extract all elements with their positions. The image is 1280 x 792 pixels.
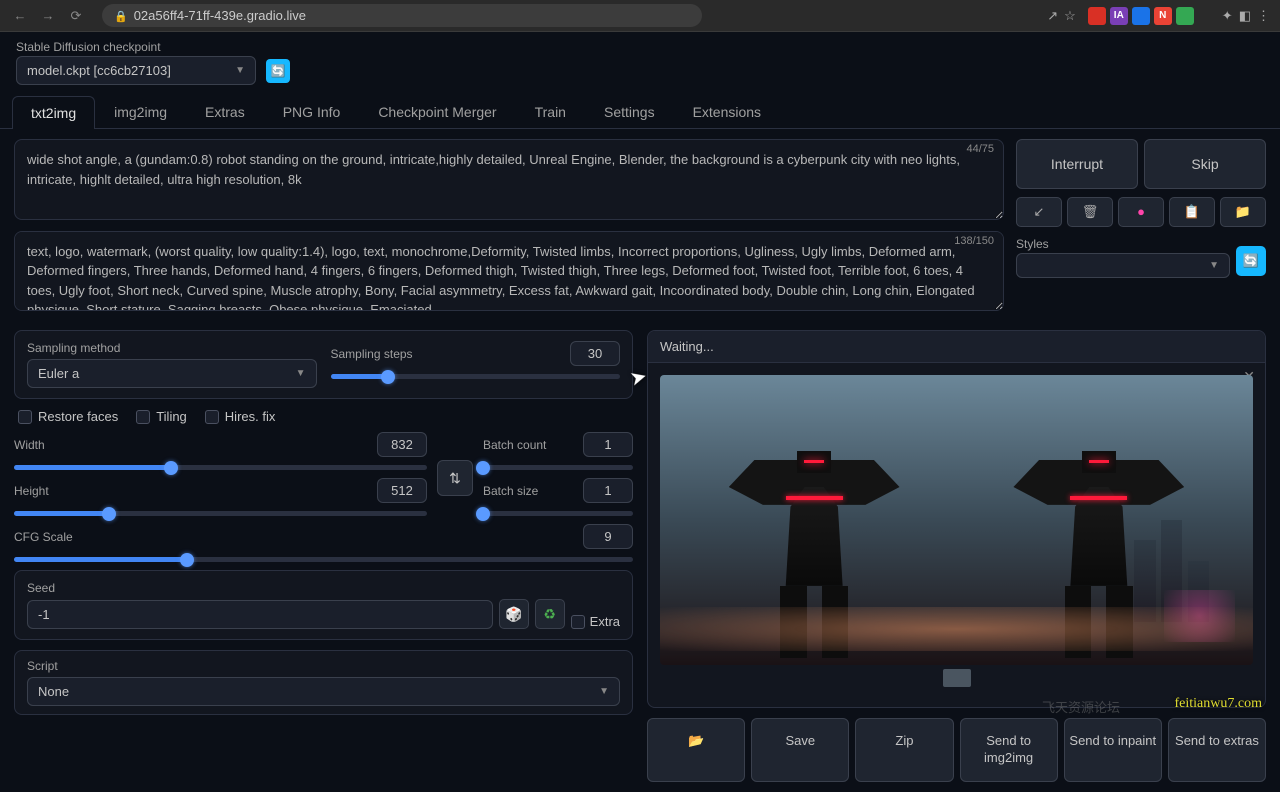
height-value[interactable]: 512 <box>377 478 427 503</box>
ext-n[interactable]: N <box>1154 7 1172 25</box>
sampling-method-value: Euler a <box>38 366 79 381</box>
batch-count-slider[interactable] <box>483 465 633 470</box>
tab-checkpoint-merger[interactable]: Checkpoint Merger <box>359 95 515 128</box>
tool-icon-3[interactable]: 📋 <box>1169 197 1215 227</box>
sampling-steps-label: Sampling steps <box>331 347 413 361</box>
chevron-down-icon: ▼ <box>599 686 609 697</box>
prompt-token-count: 44/75 <box>966 143 994 155</box>
script-dropdown[interactable]: None ▼ <box>27 677 620 706</box>
checkpoint-value: model.ckpt [cc6cb27103] <box>27 63 171 78</box>
hires-fix-label: Hires. fix <box>225 409 276 424</box>
ext-dark[interactable] <box>1198 7 1216 25</box>
batch-size-value[interactable]: 1 <box>583 478 633 503</box>
ext-ia[interactable]: IA <box>1110 7 1128 25</box>
send-to-extras-button[interactable]: Send to extras <box>1168 718 1266 782</box>
refresh-checkpoint-button[interactable]: 🔄 <box>266 59 290 83</box>
cfg-scale-label: CFG Scale <box>14 530 73 544</box>
seed-reuse-button[interactable]: ♻ <box>535 599 565 629</box>
ext-green[interactable] <box>1176 7 1194 25</box>
swap-dimensions-button[interactable]: ⇅ <box>437 460 473 496</box>
tool-icon-2[interactable]: ● <box>1118 197 1164 227</box>
output-thumbnail[interactable] <box>943 669 971 687</box>
tool-icon-0[interactable]: ↙ <box>1016 197 1062 227</box>
apply-style-button[interactable]: 🔄 <box>1236 246 1266 276</box>
tab-png-info[interactable]: PNG Info <box>264 95 360 128</box>
skip-button[interactable]: Skip <box>1144 139 1266 189</box>
seed-input[interactable] <box>27 600 493 629</box>
url-bar[interactable]: 🔒 02a56ff4-71ff-439e.gradio.live <box>102 4 702 27</box>
tab-bar: txt2imgimg2imgExtrasPNG InfoCheckpoint M… <box>0 95 1280 129</box>
seed-label: Seed <box>27 581 620 595</box>
chevron-down-icon: ▼ <box>296 368 306 379</box>
seed-random-button[interactable]: 🎲 <box>499 599 529 629</box>
seed-extra-label: Extra <box>590 614 620 629</box>
tool-icon-4[interactable]: 📁 <box>1220 197 1266 227</box>
script-value: None <box>38 684 69 699</box>
save-button[interactable]: Save <box>751 718 849 782</box>
tab-extensions[interactable]: Extensions <box>674 95 780 128</box>
checkpoint-dropdown[interactable]: model.ckpt [cc6cb27103] ▼ <box>16 56 256 85</box>
restore-faces-checkbox[interactable]: Restore faces <box>18 409 118 424</box>
checkpoint-label: Stable Diffusion checkpoint <box>16 40 256 54</box>
tool-icon-1[interactable]: 🗑 <box>1067 197 1113 227</box>
batch-size-slider[interactable] <box>483 511 633 516</box>
tiling-label: Tiling <box>156 409 187 424</box>
styles-dropdown[interactable]: ▼ <box>1016 253 1230 278</box>
tab-extras[interactable]: Extras <box>186 95 264 128</box>
script-label: Script <box>27 659 620 673</box>
watermark-2: 飞天资源论坛 <box>1042 697 1120 716</box>
reload-button[interactable]: ⟳ <box>66 6 86 26</box>
height-slider[interactable] <box>14 511 427 516</box>
star-icon[interactable]: ☆ <box>1064 8 1076 24</box>
height-label: Height <box>14 484 49 498</box>
url-text: 02a56ff4-71ff-439e.gradio.live <box>134 8 306 23</box>
styles-label: Styles <box>1016 237 1230 251</box>
extensions-icon[interactable]: ✦ <box>1222 8 1233 24</box>
chevron-down-icon: ▼ <box>1209 260 1219 271</box>
tab-train[interactable]: Train <box>516 95 585 128</box>
tab-settings[interactable]: Settings <box>585 95 674 128</box>
cfg-scale-value[interactable]: 9 <box>583 524 633 549</box>
send-to-img2img-button[interactable]: Send to img2img <box>960 718 1058 782</box>
width-label: Width <box>14 438 45 452</box>
ext-red[interactable] <box>1088 7 1106 25</box>
neg-prompt-token-count: 138/150 <box>954 235 994 247</box>
restore-faces-label: Restore faces <box>38 409 118 424</box>
chevron-down-icon: ▼ <box>235 65 245 76</box>
browser-chrome: ← → ⟳ 🔒02a56ff4-71ff-439e.gradio.live ↗ … <box>0 0 1280 32</box>
generated-image[interactable] <box>660 375 1253 665</box>
tab-img2img[interactable]: img2img <box>95 95 186 128</box>
interrupt-button[interactable]: Interrupt <box>1016 139 1138 189</box>
seed-extra-checkbox[interactable]: Extra <box>571 614 620 629</box>
cfg-scale-slider[interactable] <box>14 557 633 562</box>
tiling-checkbox[interactable]: Tiling <box>136 409 187 424</box>
width-value[interactable]: 832 <box>377 432 427 457</box>
prompt-input[interactable] <box>14 139 1004 220</box>
forward-button[interactable]: → <box>38 6 58 26</box>
sampling-steps-value[interactable]: 30 <box>570 341 620 366</box>
open-folder-button[interactable]: 📂 <box>647 718 745 782</box>
batch-count-label: Batch count <box>483 438 546 452</box>
sampling-method-label: Sampling method <box>27 341 317 355</box>
batch-size-label: Batch size <box>483 484 538 498</box>
zip-button[interactable]: Zip <box>855 718 953 782</box>
hires-fix-checkbox[interactable]: Hires. fix <box>205 409 276 424</box>
lock-icon: 🔒 <box>114 11 128 23</box>
share-icon[interactable]: ↗ <box>1047 8 1058 24</box>
width-slider[interactable] <box>14 465 427 470</box>
send-to-inpaint-button[interactable]: Send to inpaint <box>1064 718 1162 782</box>
negative-prompt-input[interactable] <box>14 231 1004 312</box>
sampling-steps-slider[interactable] <box>331 374 621 379</box>
output-panel: Waiting... ✕ <box>647 330 1266 708</box>
window-icon[interactable]: ◧ <box>1239 8 1251 24</box>
ext-blue[interactable] <box>1132 7 1150 25</box>
sampling-method-dropdown[interactable]: Euler a ▼ <box>27 359 317 388</box>
back-button[interactable]: ← <box>10 6 30 26</box>
batch-count-value[interactable]: 1 <box>583 432 633 457</box>
menu-icon[interactable]: ⋮ <box>1257 8 1270 24</box>
output-status: Waiting... <box>648 331 1265 363</box>
tab-txt2img[interactable]: txt2img <box>12 96 95 129</box>
